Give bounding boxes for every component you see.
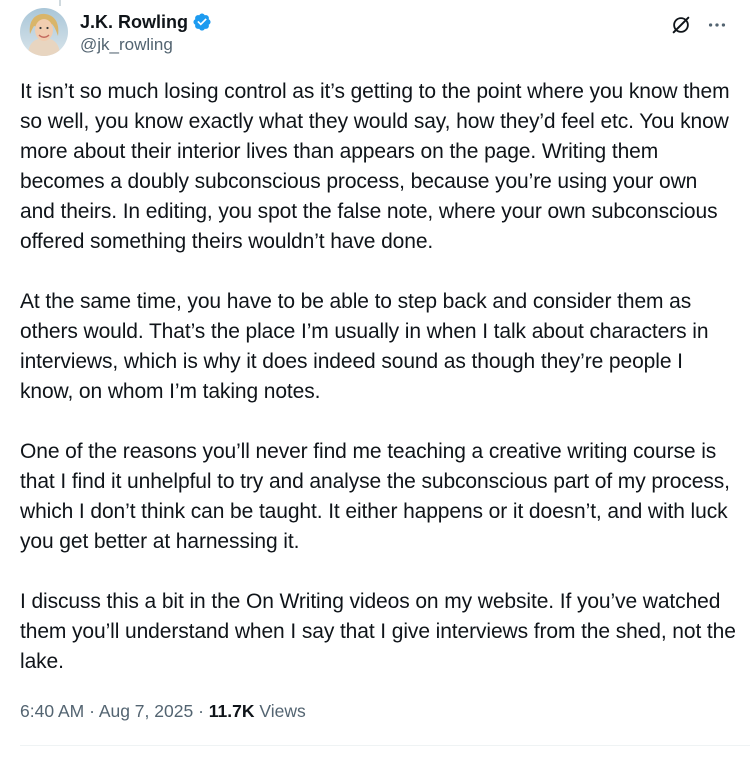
avatar[interactable] <box>20 8 68 56</box>
tweet-paragraph: It isn’t so much losing control as it’s … <box>20 80 730 253</box>
tweet-paragraph: At the same time, you have to be able to… <box>20 290 709 403</box>
grok-slash-icon[interactable] <box>668 12 694 38</box>
author-block: J.K. Rowling @jk_rowling <box>80 10 212 56</box>
tweet-paragraph: I discuss this a bit in the On Writing v… <box>20 590 736 673</box>
tweet-text: It isn’t so much losing control as it’s … <box>20 77 736 707</box>
more-dots-icon[interactable] <box>704 12 730 38</box>
meta-separator: · <box>193 701 209 721</box>
author-handle[interactable]: @jk_rowling <box>80 34 212 56</box>
tweet-header: J.K. Rowling @jk_rowling <box>20 8 730 64</box>
tweet-paragraph: One of the reasons you’ll never find me … <box>20 440 730 553</box>
display-name[interactable]: J.K. Rowling <box>80 10 188 34</box>
divider <box>20 745 750 746</box>
tweet-time[interactable]: 6:40 AM <box>20 701 84 721</box>
views-label: Views <box>254 701 306 721</box>
tweet-date[interactable]: Aug 7, 2025 <box>99 701 193 721</box>
tweet-meta: 6:40 AM · Aug 7, 2025 · 11.7K Views <box>20 698 306 724</box>
verified-badge-icon[interactable] <box>192 12 212 32</box>
tweet-actions <box>668 12 730 38</box>
name-row: J.K. Rowling <box>80 10 212 34</box>
thread-connector-line <box>59 0 61 6</box>
meta-separator: · <box>84 701 99 721</box>
views-count[interactable]: 11.7K <box>209 701 255 721</box>
